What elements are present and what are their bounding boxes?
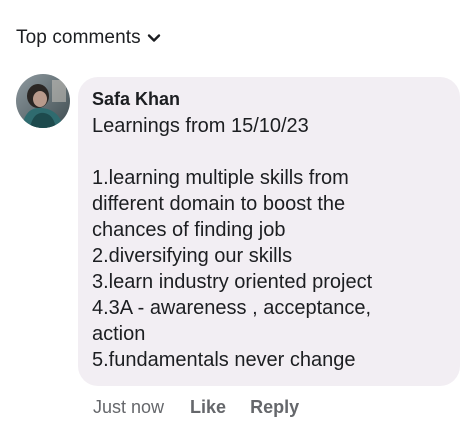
comment-line: 2.diversifying our skills xyxy=(92,245,293,267)
comment-actions: Just now Like Reply xyxy=(93,395,299,419)
comment-text: Learnings from 15/10/23 1.learning multi… xyxy=(92,113,446,373)
chevron-down-icon xyxy=(147,31,161,45)
comment-author[interactable]: Safa Khan xyxy=(92,87,446,111)
comment-line: 3.learn industry oriented project xyxy=(92,271,373,293)
comment-line: 4.3A - awareness , acceptance, xyxy=(92,297,372,319)
comment-line xyxy=(92,139,446,165)
comment-line: chances of finding job xyxy=(92,219,286,241)
avatar[interactable] xyxy=(16,74,70,128)
like-button[interactable]: Like xyxy=(190,397,226,418)
comment-bubble: Safa Khan Learnings from 15/10/23 1.lear… xyxy=(78,77,460,386)
sort-comments-dropdown[interactable]: Top comments xyxy=(16,24,161,52)
sort-label: Top comments xyxy=(16,27,141,48)
reply-button[interactable]: Reply xyxy=(250,397,299,418)
comment-line: action xyxy=(92,323,146,345)
comment-line: Learnings from 15/10/23 xyxy=(92,115,309,137)
comment-line: 1.learning multiple skills from xyxy=(92,167,349,189)
comment-line: 5.fundamentals never change xyxy=(92,349,356,371)
comment-line: different domain to boost the xyxy=(92,193,346,215)
comment-timestamp: Just now xyxy=(93,396,165,417)
